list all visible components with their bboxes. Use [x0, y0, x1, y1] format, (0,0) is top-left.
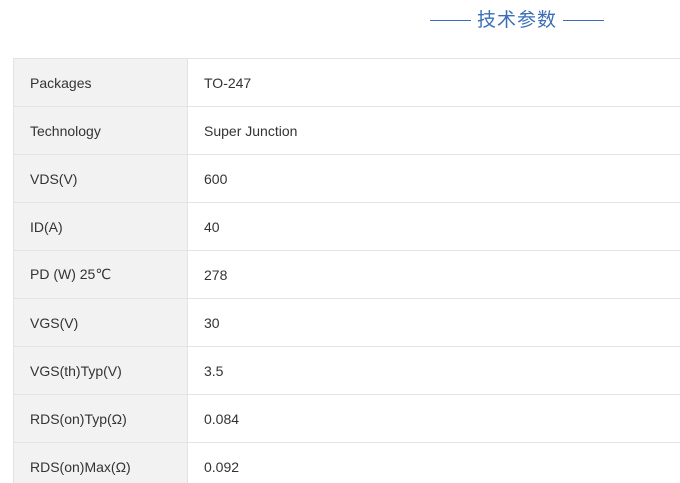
spec-value: 278 [187, 250, 680, 299]
spec-label: VGS(th)Typ(V) [13, 346, 188, 395]
table-row: Technology Super Junction [13, 106, 680, 155]
table-row: ID(A) 40 [13, 202, 680, 251]
spec-label: ID(A) [13, 202, 188, 251]
spec-value: 600 [187, 154, 680, 203]
spec-value: TO-247 [187, 58, 680, 107]
table-row: Packages TO-247 [13, 58, 680, 107]
spec-label: VGS(V) [13, 298, 188, 347]
section-title: 技术参数 [477, 9, 558, 31]
spec-value: 0.084 [187, 394, 680, 443]
spec-value: 3.5 [187, 346, 680, 395]
section-title-group: 技术参数 [430, 8, 605, 32]
spec-value: Super Junction [187, 106, 680, 155]
page: 技术参数 Packages TO-247 Technology Super Ju… [0, 0, 680, 483]
table-row: PD (W) 25℃ 278 [13, 250, 680, 299]
title-right-rule [563, 19, 605, 21]
title-left-rule [430, 19, 471, 21]
table-row: RDS(on)Max(Ω) 0.092 [13, 442, 680, 483]
table-row: RDS(on)Typ(Ω) 0.084 [13, 394, 680, 443]
spec-value: 40 [187, 202, 680, 251]
table-row: VDS(V) 600 [13, 154, 680, 203]
section-header: 技术参数 [0, 0, 680, 40]
table-row: VGS(th)Typ(V) 3.5 [13, 346, 680, 395]
spec-label: RDS(on)Typ(Ω) [13, 394, 188, 443]
spec-label: Technology [13, 106, 188, 155]
spec-value: 30 [187, 298, 680, 347]
spec-label: RDS(on)Max(Ω) [13, 442, 188, 483]
spec-value: 0.092 [187, 442, 680, 483]
spec-label: PD (W) 25℃ [13, 250, 188, 299]
table-row: VGS(V) 30 [13, 298, 680, 347]
spec-table: Packages TO-247 Technology Super Junctio… [13, 58, 680, 483]
spec-label: VDS(V) [13, 154, 188, 203]
spec-label: Packages [13, 58, 188, 107]
